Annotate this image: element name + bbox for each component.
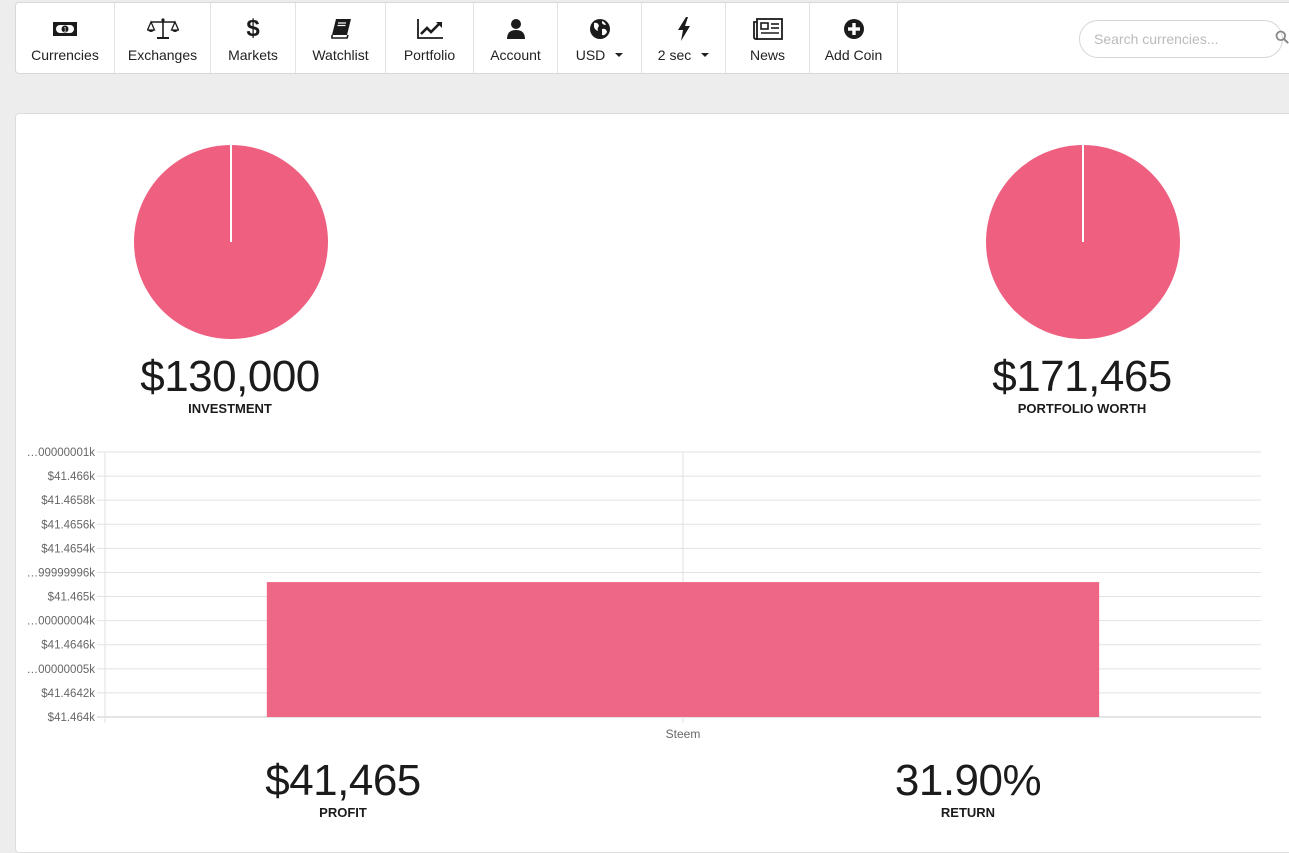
profit-label: PROFIT — [319, 805, 367, 820]
portfolio-worth-pie-chart — [986, 145, 1180, 339]
nav-item-label: 2 sec — [657, 47, 710, 63]
globe-icon — [589, 17, 611, 41]
portfolio-worth-stat: $171,465 PORTFOLIO WORTH — [932, 352, 1232, 417]
plus-circle-icon — [843, 17, 865, 41]
y-tick-label: …00000001k — [27, 447, 96, 459]
y-tick-label: $41.4658k — [41, 495, 95, 507]
y-tick-label: $41.465k — [48, 592, 96, 604]
nav-item-watchlist[interactable]: Watchlist — [296, 3, 386, 73]
caret-down-icon — [615, 53, 624, 57]
nav-item-exchanges[interactable]: Exchanges — [115, 3, 211, 73]
y-tick-label: $41.4646k — [41, 640, 95, 652]
bar[interactable] — [266, 582, 1100, 717]
money-bill-icon: 1 — [52, 17, 78, 41]
x-tick-label: Steem — [666, 727, 701, 741]
nav-item-label: Exchanges — [128, 47, 197, 63]
nav-item-label: Currencies — [31, 47, 99, 63]
nav-label-text: Watchlist — [312, 47, 369, 63]
y-tick-label: $41.4656k — [41, 519, 95, 531]
nav-label-text: Add Coin — [824, 47, 883, 63]
nav-item-label: Markets — [228, 47, 278, 63]
nav-label-text: Account — [490, 47, 541, 63]
book-icon — [330, 17, 352, 41]
y-tick-label: …00000004k — [27, 616, 96, 628]
nav-item-markets[interactable]: $ Markets — [211, 3, 296, 73]
search-icon[interactable] — [1275, 30, 1289, 49]
y-tick-label: $41.466k — [48, 471, 96, 483]
return-value: 31.90% — [894, 756, 1042, 805]
nav-label-text: USD — [575, 47, 606, 63]
nav-item-label: Add Coin — [825, 47, 883, 63]
nav-item-news[interactable]: News — [726, 3, 810, 73]
return-label: RETURN — [940, 805, 996, 820]
nav-label-text: 2 sec — [657, 47, 692, 63]
y-tick-label: $41.4654k — [41, 543, 95, 555]
balance-scale-icon — [146, 17, 179, 41]
nav-item-account[interactable]: Account — [474, 3, 558, 73]
dollar-icon: $ — [246, 15, 260, 42]
nav-label-text: News — [749, 47, 785, 63]
portfolio-worth-value: $171,465 — [992, 352, 1172, 401]
nav-item-label: Account — [490, 47, 541, 63]
y-tick-label: …99999996k — [27, 567, 96, 579]
nav-label-text: Markets — [228, 47, 278, 63]
caret-down-icon — [701, 53, 710, 57]
nav-item-label: News — [750, 47, 785, 63]
bolt-icon — [677, 17, 691, 41]
investment-stat: $130,000 INVESTMENT — [80, 352, 380, 417]
newspaper-icon — [752, 17, 783, 41]
nav-label-text: Currencies — [31, 47, 99, 63]
user-icon — [506, 17, 525, 41]
profit-stat: $41,465 PROFIT — [193, 756, 493, 821]
profit-bar-chart: $41.464k $41.4642k …00000005k $41.4646k …000… — [27, 447, 1261, 741]
portfolio-worth-label: PORTFOLIO WORTH — [1017, 401, 1147, 416]
nav-label-text: Exchanges — [127, 47, 198, 63]
nav-item-add-coin[interactable]: Add Coin — [810, 3, 898, 73]
profit-value: $41,465 — [265, 756, 421, 805]
y-tick-label: …00000005k — [27, 664, 96, 676]
search-input[interactable] — [1094, 31, 1275, 47]
nav-item-portfolio[interactable]: Portfolio — [386, 3, 474, 73]
nav-label-text: Portfolio — [403, 47, 456, 63]
search-box[interactable] — [1079, 20, 1289, 58]
nav-item-currencies[interactable]: 1 Currencies — [16, 3, 115, 73]
line-chart-icon — [416, 17, 444, 41]
nav-item-label: USD — [576, 47, 624, 63]
nav-item-usd[interactable]: USD — [558, 3, 642, 73]
y-tick-label: $41.4642k — [41, 688, 95, 700]
nav-item-2-sec[interactable]: 2 sec — [642, 3, 726, 73]
y-tick-label: $41.464k — [48, 712, 96, 724]
investment-label: INVESTMENT — [188, 401, 272, 416]
investment-value: $130,000 — [140, 352, 320, 401]
return-stat: 31.90% RETURN — [818, 756, 1118, 821]
nav-item-label: Portfolio — [404, 47, 455, 63]
portfolio-card: $130,000 INVESTMENT $171,465 PORTFOLIO W… — [15, 113, 1289, 853]
investment-pie-chart — [134, 145, 328, 339]
nav-item-label: Watchlist — [312, 47, 368, 63]
